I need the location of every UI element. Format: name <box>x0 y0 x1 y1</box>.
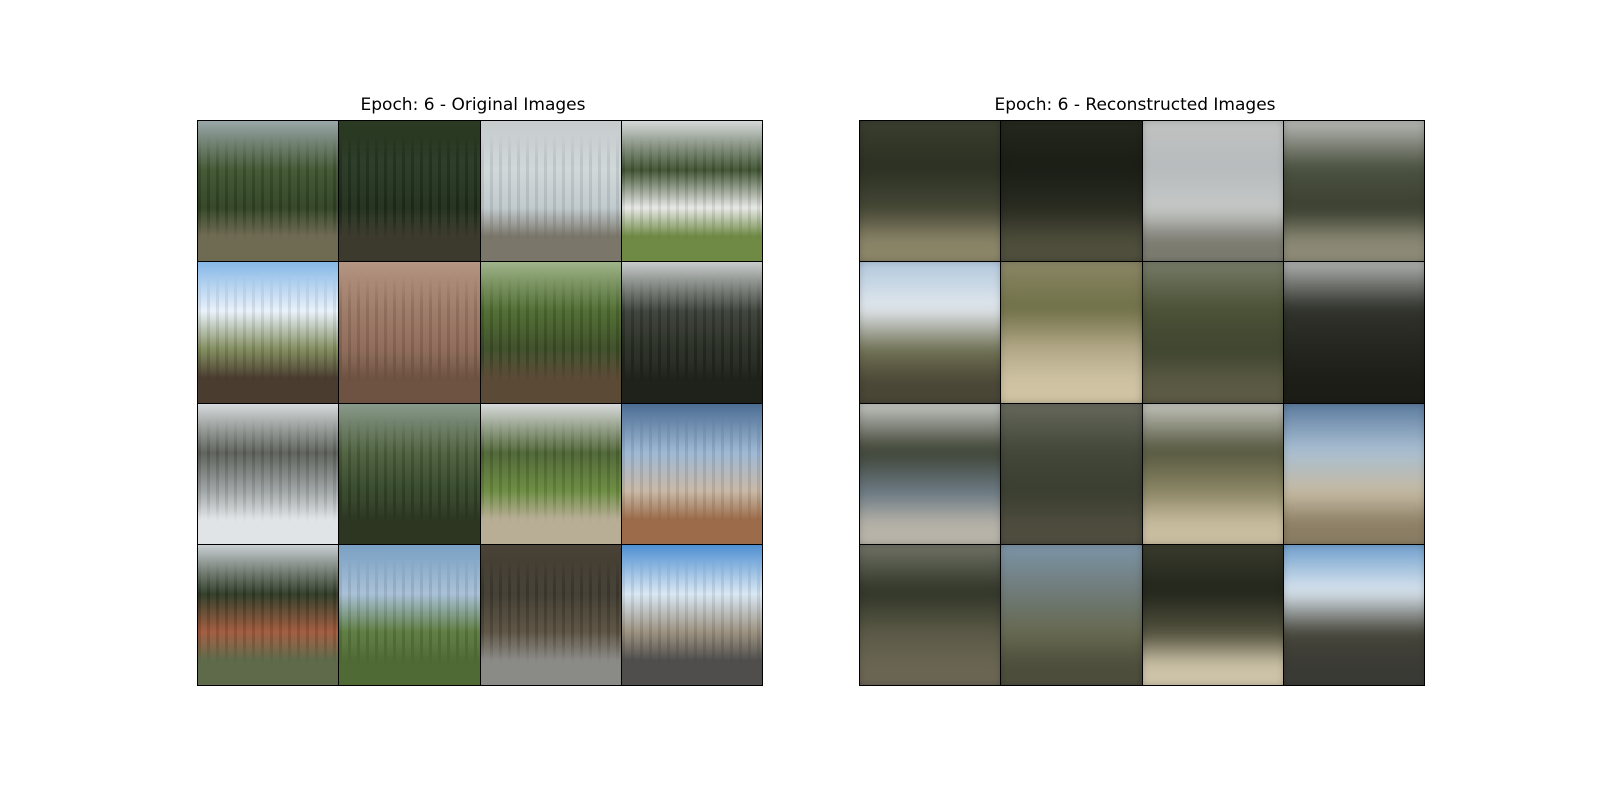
reconstructed-image-tile <box>1283 121 1424 262</box>
original-image-tile <box>480 403 621 544</box>
original-image-tile <box>198 121 339 262</box>
image-blur-forest <box>860 121 1001 262</box>
image-texture <box>480 403 621 544</box>
original-image-tile <box>480 544 621 685</box>
original-image-tile <box>621 262 762 403</box>
image-texture <box>198 121 339 262</box>
image-texture <box>621 403 762 544</box>
image-texture <box>339 544 480 685</box>
reconstructed-image-tile <box>1001 262 1142 403</box>
original-images-grid <box>197 120 763 686</box>
reconstructed-image-tile <box>860 262 1001 403</box>
original-image-tile <box>339 121 480 262</box>
image-blur-lawn <box>1283 121 1424 262</box>
image-texture <box>621 121 762 262</box>
image-blur-green <box>1142 262 1283 403</box>
image-blur-tan <box>1001 262 1142 403</box>
image-dark-trees <box>621 262 762 403</box>
reconstructed-image-tile <box>1001 544 1142 685</box>
image-crop-field <box>339 544 480 685</box>
image-roadside <box>621 544 762 685</box>
reconstructed-image-tile <box>1142 262 1283 403</box>
original-image-tile <box>198 544 339 685</box>
image-texture <box>198 262 339 403</box>
reconstructed-image-tile <box>860 403 1001 544</box>
reconstructed-image-tile <box>1142 544 1283 685</box>
image-blur-path <box>1142 403 1283 544</box>
image-woodland <box>480 262 621 403</box>
original-image-tile <box>621 121 762 262</box>
image-red-cliff <box>198 544 339 685</box>
image-texture <box>480 544 621 685</box>
reconstructed-image-tile <box>1283 544 1424 685</box>
image-texture <box>198 544 339 685</box>
image-blur-field <box>1001 544 1142 685</box>
image-desert-snow <box>621 403 762 544</box>
image-texture <box>480 121 621 262</box>
image-blur-lake <box>860 403 1001 544</box>
image-snow-lake <box>198 403 339 544</box>
image-texture <box>198 403 339 544</box>
image-dense-forest <box>339 121 480 262</box>
reconstructed-image-tile <box>1142 403 1283 544</box>
image-blur-black <box>1283 262 1424 403</box>
original-image-tile <box>621 403 762 544</box>
image-house-lawn <box>621 121 762 262</box>
original-image-tile <box>480 121 621 262</box>
panel-title-reconstructed: Epoch: 6 - Reconstructed Images <box>994 95 1276 115</box>
reconstructed-images-grid <box>859 120 1425 686</box>
reconstructed-image-tile <box>1001 121 1142 262</box>
reconstructed-image-tile <box>1142 121 1283 262</box>
image-blur-dark <box>1001 121 1142 262</box>
image-path-park <box>480 403 621 544</box>
image-snow-field <box>480 121 621 262</box>
original-image-tile <box>339 262 480 403</box>
original-image-tile <box>198 262 339 403</box>
image-blur-sky <box>860 262 1001 403</box>
image-forest-meadow <box>198 121 339 262</box>
reconstructed-image-tile <box>1283 262 1424 403</box>
original-image-tile <box>480 262 621 403</box>
image-blur-snow <box>1142 121 1283 262</box>
image-texture <box>480 262 621 403</box>
image-blur-road <box>1283 544 1424 685</box>
image-texture <box>621 262 762 403</box>
image-texture <box>339 121 480 262</box>
original-image-tile <box>621 544 762 685</box>
original-image-tile <box>339 544 480 685</box>
image-texture <box>339 262 480 403</box>
panel-title-original: Epoch: 6 - Original Images <box>360 95 586 115</box>
image-sunny-field <box>198 262 339 403</box>
image-blur-hills <box>1001 403 1142 544</box>
reconstructed-image-tile <box>860 121 1001 262</box>
image-barn-road <box>480 544 621 685</box>
image-texture <box>621 544 762 685</box>
image-texture <box>339 403 480 544</box>
reconstructed-image-tile <box>860 544 1001 685</box>
image-blur-cliff <box>860 544 1001 685</box>
original-image-tile <box>339 403 480 544</box>
image-blur-barn <box>1142 544 1283 685</box>
original-image-tile <box>198 403 339 544</box>
image-blur-desert <box>1283 403 1424 544</box>
image-rock-cliff <box>339 262 480 403</box>
image-green-hills <box>339 403 480 544</box>
reconstructed-image-tile <box>1283 403 1424 544</box>
reconstructed-image-tile <box>1001 403 1142 544</box>
